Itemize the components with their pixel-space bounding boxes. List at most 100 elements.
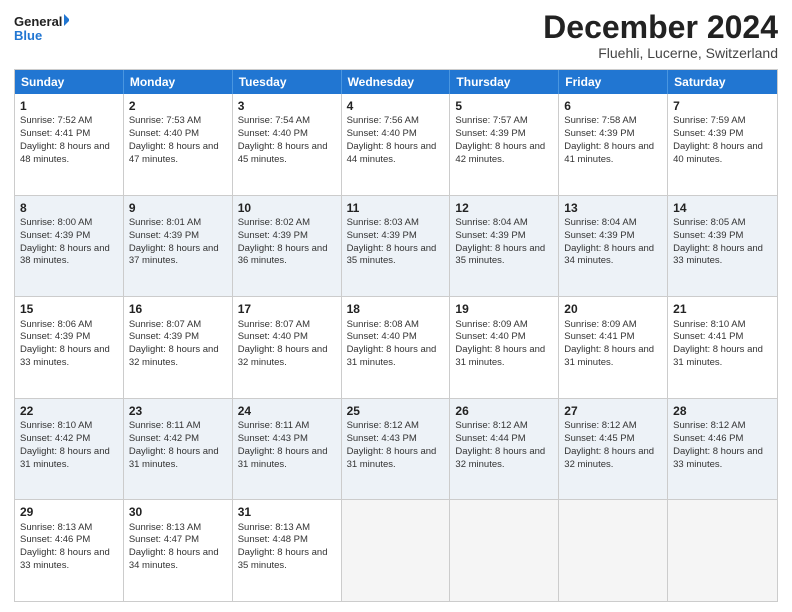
header: General Blue December 2024 Fluehli, Luce… — [14, 10, 778, 61]
calendar-cell: 9Sunrise: 8:01 AM Sunset: 4:39 PM Daylig… — [124, 196, 233, 297]
day-info: Sunrise: 8:12 AM Sunset: 4:45 PM Dayligh… — [564, 420, 654, 469]
calendar-cell: 15 Sunrise: 8:06 AM Sunset: 4:39 PM Dayli… — [15, 297, 124, 398]
location: Fluehli, Lucerne, Switzerland — [543, 45, 778, 61]
calendar-cell: 21 Sunrise: 8:10 AM Sunset: 4:41 PM Dayli… — [668, 297, 777, 398]
calendar-cell: 3Sunrise: 7:54 AM Sunset: 4:40 PM Daylig… — [233, 94, 342, 195]
day-number: 12 — [455, 200, 553, 216]
day-info: Sunrise: 8:04 AM Sunset: 4:39 PM Dayligh… — [455, 217, 545, 266]
day-info: Sunrise: 7:52 AM Sunset: 4:41 PM Dayligh… — [20, 115, 110, 164]
day-info: Sunrise: 8:10 AM Sunset: 4:42 PM Dayligh… — [20, 420, 110, 469]
day-info: Sunrise: 8:10 AM Sunset: 4:41 PM Dayligh… — [673, 319, 763, 368]
calendar: Sunday Monday Tuesday Wednesday Thursday… — [14, 69, 778, 602]
calendar-cell: 31 Sunrise: 8:13 AM Sunset: 4:48 PM Dayli… — [233, 500, 342, 601]
calendar-body: 1Sunrise: 7:52 AM Sunset: 4:41 PM Daylig… — [15, 94, 777, 601]
day-number: 29 — [20, 504, 118, 520]
day-info: Sunrise: 7:58 AM Sunset: 4:39 PM Dayligh… — [564, 115, 654, 164]
day-info: Sunrise: 8:03 AM Sunset: 4:39 PM Dayligh… — [347, 217, 437, 266]
day-number: 3 — [238, 98, 336, 114]
day-number: 27 — [564, 403, 662, 419]
calendar-cell: 12Sunrise: 8:04 AM Sunset: 4:39 PM Dayli… — [450, 196, 559, 297]
week-row-5: 29 Sunrise: 8:13 AM Sunset: 4:46 PM Dayli… — [15, 499, 777, 601]
day-number: 9 — [129, 200, 227, 216]
svg-text:Blue: Blue — [14, 28, 42, 43]
calendar-cell: 4Sunrise: 7:56 AM Sunset: 4:40 PM Daylig… — [342, 94, 451, 195]
day-number: 22 — [20, 403, 118, 419]
day-number: 13 — [564, 200, 662, 216]
calendar-cell: 24Sunrise: 8:11 AM Sunset: 4:43 PM Dayli… — [233, 399, 342, 500]
day-number: 17 — [238, 301, 336, 317]
day-number: 24 — [238, 403, 336, 419]
calendar-cell: 14Sunrise: 8:05 AM Sunset: 4:39 PM Dayli… — [668, 196, 777, 297]
calendar-cell: 26Sunrise: 8:12 AM Sunset: 4:44 PM Dayli… — [450, 399, 559, 500]
calendar-cell: 20Sunrise: 8:09 AM Sunset: 4:41 PM Dayli… — [559, 297, 668, 398]
calendar-cell: 22Sunrise: 8:10 AM Sunset: 4:42 PM Dayli… — [15, 399, 124, 500]
header-wednesday: Wednesday — [342, 70, 451, 94]
calendar-cell: 25Sunrise: 8:12 AM Sunset: 4:43 PM Dayli… — [342, 399, 451, 500]
week-row-4: 22Sunrise: 8:10 AM Sunset: 4:42 PM Dayli… — [15, 398, 777, 500]
day-number: 2 — [129, 98, 227, 114]
day-number: 4 — [347, 98, 445, 114]
day-number: 6 — [564, 98, 662, 114]
day-info: Sunrise: 8:02 AM Sunset: 4:39 PM Dayligh… — [238, 217, 328, 266]
day-number: 5 — [455, 98, 553, 114]
calendar-cell: 17 Sunrise: 8:07 AM Sunset: 4:40 PM Dayli… — [233, 297, 342, 398]
day-number: 20 — [564, 301, 662, 317]
day-info: Sunrise: 8:00 AM Sunset: 4:39 PM Dayligh… — [20, 217, 110, 266]
header-thursday: Thursday — [450, 70, 559, 94]
calendar-cell: 19Sunrise: 8:09 AM Sunset: 4:40 PM Dayli… — [450, 297, 559, 398]
svg-text:General: General — [14, 14, 62, 29]
day-number: 31 — [238, 504, 336, 520]
week-row-3: 15 Sunrise: 8:06 AM Sunset: 4:39 PM Dayli… — [15, 296, 777, 398]
logo: General Blue — [14, 10, 69, 50]
day-info: Sunrise: 8:08 AM Sunset: 4:40 PM Dayligh… — [347, 319, 437, 368]
day-number: 16 — [129, 301, 227, 317]
day-info: Sunrise: 7:56 AM Sunset: 4:40 PM Dayligh… — [347, 115, 437, 164]
header-saturday: Saturday — [668, 70, 777, 94]
day-number: 23 — [129, 403, 227, 419]
calendar-cell: 2Sunrise: 7:53 AM Sunset: 4:40 PM Daylig… — [124, 94, 233, 195]
page: General Blue December 2024 Fluehli, Luce… — [0, 0, 792, 612]
day-info: Sunrise: 8:07 AM Sunset: 4:40 PM Dayligh… — [238, 319, 328, 368]
calendar-cell — [342, 500, 451, 601]
day-info: Sunrise: 8:13 AM Sunset: 4:46 PM Dayligh… — [20, 522, 110, 571]
day-info: Sunrise: 8:11 AM Sunset: 4:42 PM Dayligh… — [129, 420, 219, 469]
calendar-cell: 29 Sunrise: 8:13 AM Sunset: 4:46 PM Dayli… — [15, 500, 124, 601]
day-info: Sunrise: 8:05 AM Sunset: 4:39 PM Dayligh… — [673, 217, 763, 266]
header-tuesday: Tuesday — [233, 70, 342, 94]
day-number: 21 — [673, 301, 772, 317]
day-number: 11 — [347, 200, 445, 216]
calendar-cell: 16Sunrise: 8:07 AM Sunset: 4:39 PM Dayli… — [124, 297, 233, 398]
day-info: Sunrise: 8:06 AM Sunset: 4:39 PM Dayligh… — [20, 319, 110, 368]
calendar-cell: 27Sunrise: 8:12 AM Sunset: 4:45 PM Dayli… — [559, 399, 668, 500]
day-info: Sunrise: 8:04 AM Sunset: 4:39 PM Dayligh… — [564, 217, 654, 266]
week-row-1: 1Sunrise: 7:52 AM Sunset: 4:41 PM Daylig… — [15, 94, 777, 195]
calendar-header: Sunday Monday Tuesday Wednesday Thursday… — [15, 70, 777, 94]
calendar-cell: 11Sunrise: 8:03 AM Sunset: 4:39 PM Dayli… — [342, 196, 451, 297]
day-info: Sunrise: 8:13 AM Sunset: 4:47 PM Dayligh… — [129, 522, 219, 571]
calendar-cell: 10Sunrise: 8:02 AM Sunset: 4:39 PM Dayli… — [233, 196, 342, 297]
day-info: Sunrise: 8:12 AM Sunset: 4:46 PM Dayligh… — [673, 420, 763, 469]
day-number: 14 — [673, 200, 772, 216]
month-title: December 2024 — [543, 10, 778, 45]
day-info: Sunrise: 8:13 AM Sunset: 4:48 PM Dayligh… — [238, 522, 328, 571]
calendar-cell: 1Sunrise: 7:52 AM Sunset: 4:41 PM Daylig… — [15, 94, 124, 195]
calendar-cell — [668, 500, 777, 601]
day-info: Sunrise: 8:12 AM Sunset: 4:44 PM Dayligh… — [455, 420, 545, 469]
day-number: 10 — [238, 200, 336, 216]
calendar-cell: 18 Sunrise: 8:08 AM Sunset: 4:40 PM Dayli… — [342, 297, 451, 398]
day-number: 26 — [455, 403, 553, 419]
title-block: December 2024 Fluehli, Lucerne, Switzerl… — [543, 10, 778, 61]
day-number: 1 — [20, 98, 118, 114]
day-number: 15 — [20, 301, 118, 317]
day-info: Sunrise: 7:54 AM Sunset: 4:40 PM Dayligh… — [238, 115, 328, 164]
calendar-cell: 28Sunrise: 8:12 AM Sunset: 4:46 PM Dayli… — [668, 399, 777, 500]
calendar-cell: 5Sunrise: 7:57 AM Sunset: 4:39 PM Daylig… — [450, 94, 559, 195]
day-info: Sunrise: 8:09 AM Sunset: 4:40 PM Dayligh… — [455, 319, 545, 368]
day-info: Sunrise: 8:12 AM Sunset: 4:43 PM Dayligh… — [347, 420, 437, 469]
header-friday: Friday — [559, 70, 668, 94]
day-number: 28 — [673, 403, 772, 419]
day-number: 30 — [129, 504, 227, 520]
calendar-cell: 8Sunrise: 8:00 AM Sunset: 4:39 PM Daylig… — [15, 196, 124, 297]
day-number: 18 — [347, 301, 445, 317]
calendar-cell: 7Sunrise: 7:59 AM Sunset: 4:39 PM Daylig… — [668, 94, 777, 195]
